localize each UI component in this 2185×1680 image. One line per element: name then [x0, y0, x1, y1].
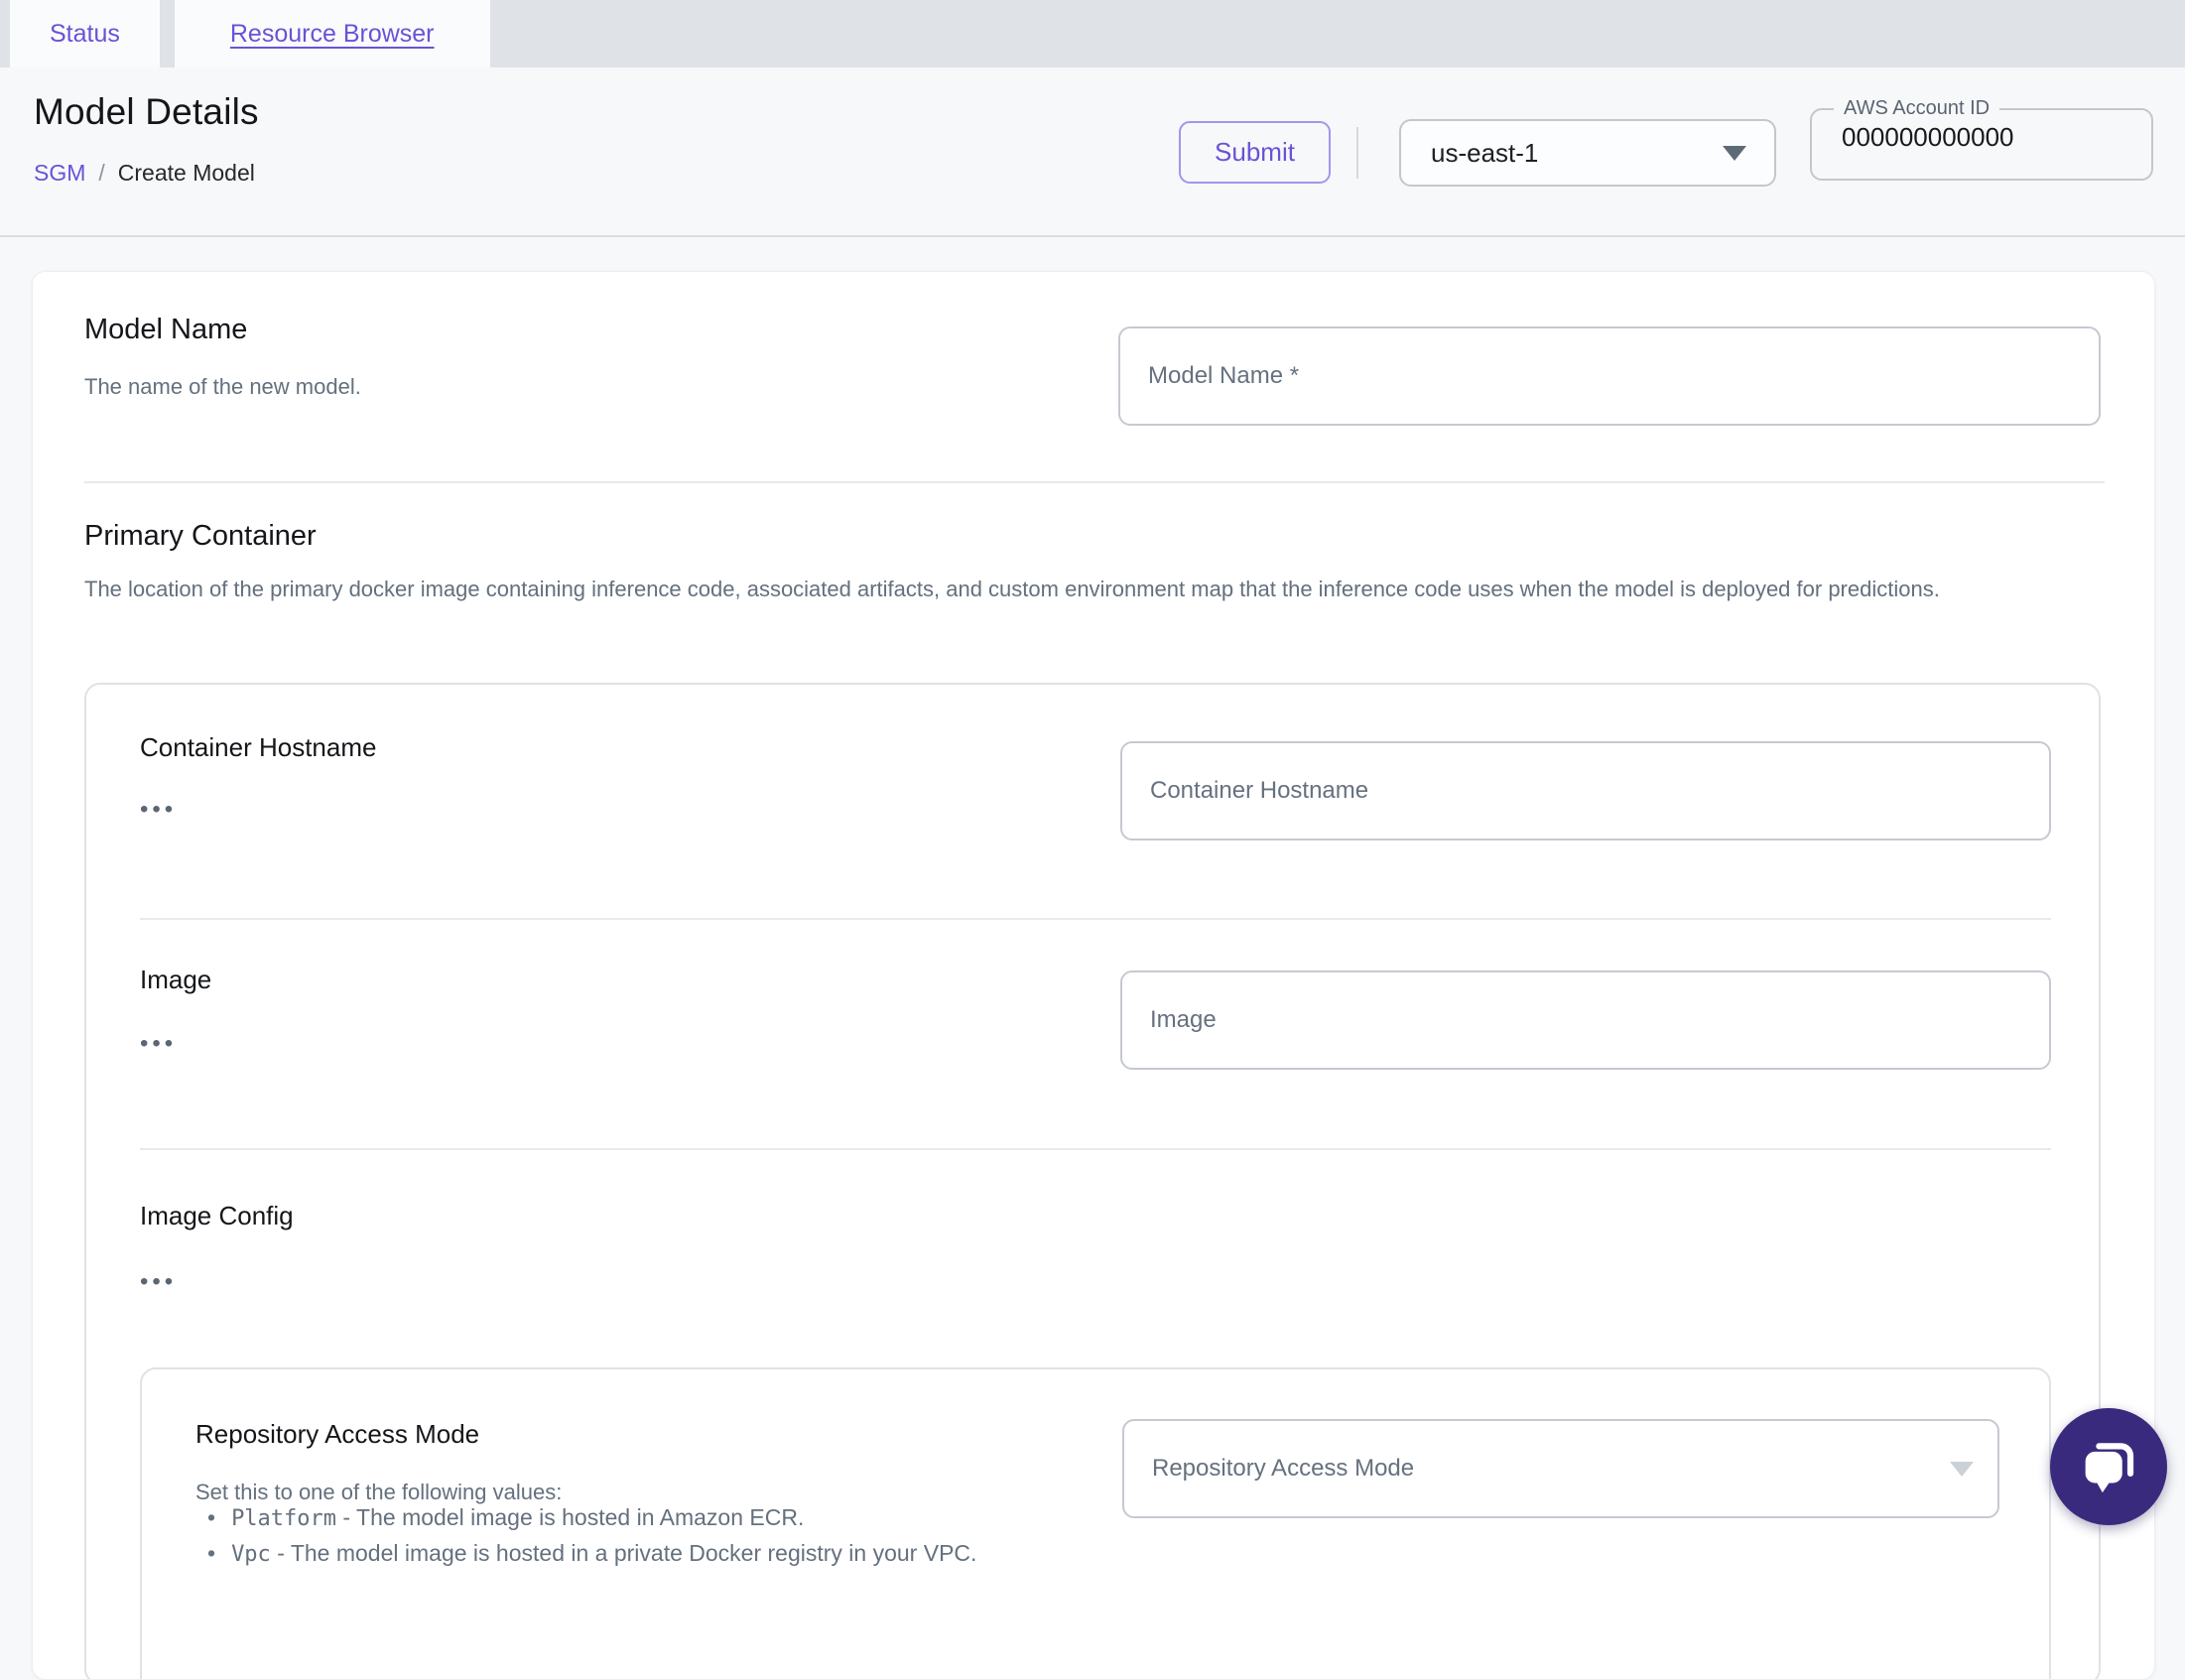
caret-down-icon: [1723, 145, 1746, 161]
repository-access-mode-placeholder: Repository Access Mode: [1152, 1455, 1415, 1482]
chat-bubbles-icon: [2085, 1443, 2134, 1493]
model-name-input[interactable]: [1118, 326, 2101, 426]
breadcrumb-separator: /: [98, 160, 105, 186]
model-name-description: The name of the new model.: [84, 374, 361, 399]
list-item: Platform - The model image is hosted in …: [207, 1504, 976, 1531]
container-hostname-input[interactable]: [1120, 741, 2051, 840]
image-title: Image: [140, 965, 212, 994]
aws-account-id-input[interactable]: [1812, 120, 2151, 163]
tab-status-label: Status: [50, 19, 120, 48]
tab-resource-browser[interactable]: Resource Browser: [174, 0, 490, 67]
aws-account-id-field: AWS Account ID: [1810, 97, 2153, 181]
header-divider: [1356, 127, 1358, 179]
image-config-group: Repository Access Mode Set this to one o…: [140, 1367, 2051, 1679]
page-title: Model Details: [34, 91, 259, 132]
list-item: Vpc - The model image is hosted in a pri…: [207, 1540, 976, 1567]
row-divider: [140, 1148, 2051, 1150]
breadcrumb-root-link[interactable]: SGM: [34, 160, 85, 187]
breadcrumb-current: Create Model: [117, 160, 255, 186]
tab-bar: Status Resource Browser: [0, 0, 2185, 67]
option-text: - The model image is hosted in a private…: [277, 1540, 977, 1566]
tab-status[interactable]: Status: [10, 0, 160, 67]
model-name-title: Model Name: [84, 314, 248, 345]
image-input[interactable]: [1120, 970, 2051, 1070]
container-hostname-expand-toggle[interactable]: •••: [140, 796, 177, 824]
option-text: - The model image is hosted in Amazon EC…: [342, 1504, 805, 1530]
region-select[interactable]: us-east-1: [1399, 119, 1776, 187]
aws-account-id-label: AWS Account ID: [1844, 97, 1991, 119]
tab-resource-browser-label: Resource Browser: [229, 19, 435, 48]
option-code: Platform: [231, 1506, 337, 1531]
repository-access-mode-options-list: Platform - The model image is hosted in …: [207, 1504, 976, 1576]
image-config-title: Image Config: [140, 1201, 294, 1230]
repository-access-mode-title: Repository Access Mode: [195, 1419, 480, 1449]
repository-access-mode-select[interactable]: Repository Access Mode: [1122, 1419, 1999, 1518]
image-config-expand-toggle[interactable]: •••: [140, 1268, 177, 1296]
container-hostname-title: Container Hostname: [140, 732, 377, 762]
caret-down-icon: [1950, 1461, 1974, 1477]
primary-container-description: The location of the primary docker image…: [84, 577, 1940, 601]
breadcrumb: SGM / Create Model: [34, 160, 255, 187]
image-expand-toggle[interactable]: •••: [140, 1030, 177, 1058]
primary-container-group: Container Hostname ••• Image ••• Image C…: [84, 683, 2101, 1679]
submit-button[interactable]: Submit: [1179, 121, 1331, 184]
section-divider: [84, 481, 2105, 483]
page-header: Model Details SGM / Create Model Submit …: [0, 67, 2185, 237]
model-details-card: Model Name The name of the new model. Pr…: [32, 271, 2155, 1680]
row-divider: [140, 918, 2051, 920]
region-select-value: us-east-1: [1431, 137, 1539, 168]
chat-widget-button[interactable]: [2050, 1408, 2167, 1525]
primary-container-title: Primary Container: [84, 520, 317, 552]
option-code: Vpc: [231, 1542, 271, 1567]
